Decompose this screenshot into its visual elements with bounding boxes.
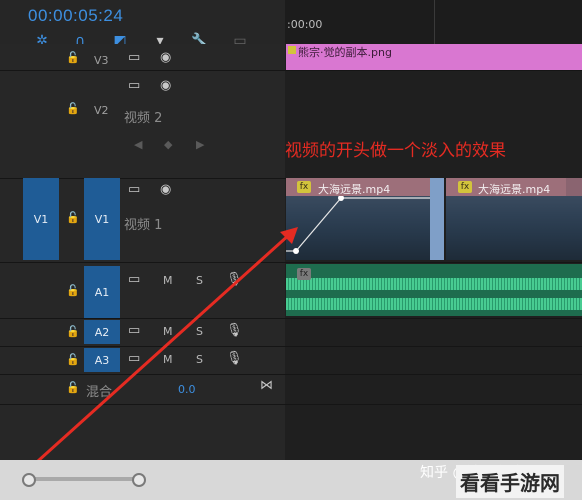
- site-logo: 看看手游网: [456, 465, 564, 498]
- scrollbar-right-handle[interactable]: [132, 473, 146, 487]
- scrollbar-left-handle[interactable]: [22, 473, 36, 487]
- scrollbar-thumb[interactable]: [28, 477, 138, 481]
- annotation-arrow: [26, 227, 298, 472]
